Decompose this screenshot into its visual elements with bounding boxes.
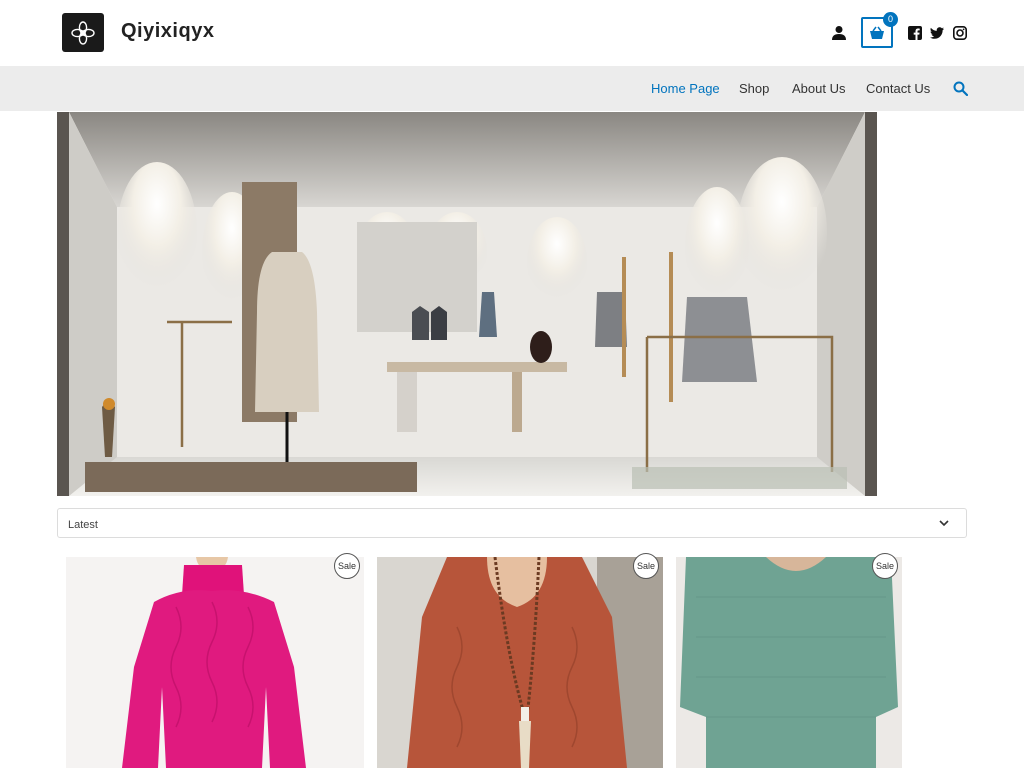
twitter-icon[interactable] <box>930 26 944 40</box>
product-card[interactable] <box>676 557 902 768</box>
hero-store-interior-image <box>57 112 877 496</box>
instagram-icon[interactable] <box>953 26 967 40</box>
main-navigation: Home Page Shop About Us Contact Us <box>0 66 1024 111</box>
sort-selected-value: Latest <box>68 519 98 531</box>
cart-button[interactable]: 0 <box>861 12 898 48</box>
flower-logo-icon <box>71 20 95 45</box>
sale-badge: Sale <box>872 553 898 579</box>
sale-badge: Sale <box>334 553 360 579</box>
nav-item-shop[interactable]: Shop <box>739 81 769 96</box>
product-image-teal-sweater <box>676 557 902 768</box>
sort-order-select[interactable]: Latest <box>57 508 967 538</box>
nav-item-contact-us[interactable]: Contact Us <box>866 81 930 96</box>
site-logo[interactable] <box>62 13 104 52</box>
nav-item-about-us[interactable]: About Us <box>792 81 845 96</box>
product-card[interactable] <box>377 557 663 768</box>
cart-count-badge: 0 <box>883 12 898 27</box>
product-image-pink-sweater <box>66 557 364 768</box>
facebook-icon[interactable] <box>908 26 922 40</box>
product-image-rust-sweater <box>377 557 663 768</box>
account-icon[interactable] <box>831 25 847 41</box>
product-card[interactable] <box>66 557 364 768</box>
nav-item-home-page[interactable]: Home Page <box>651 81 720 96</box>
chevron-down-icon <box>939 520 949 527</box>
search-icon[interactable] <box>953 81 968 96</box>
site-title[interactable]: Qiyixiqyx <box>121 20 214 43</box>
sale-badge: Sale <box>633 553 659 579</box>
site-header: Qiyixiqyx 0 <box>0 0 1024 66</box>
basket-icon <box>870 26 884 39</box>
